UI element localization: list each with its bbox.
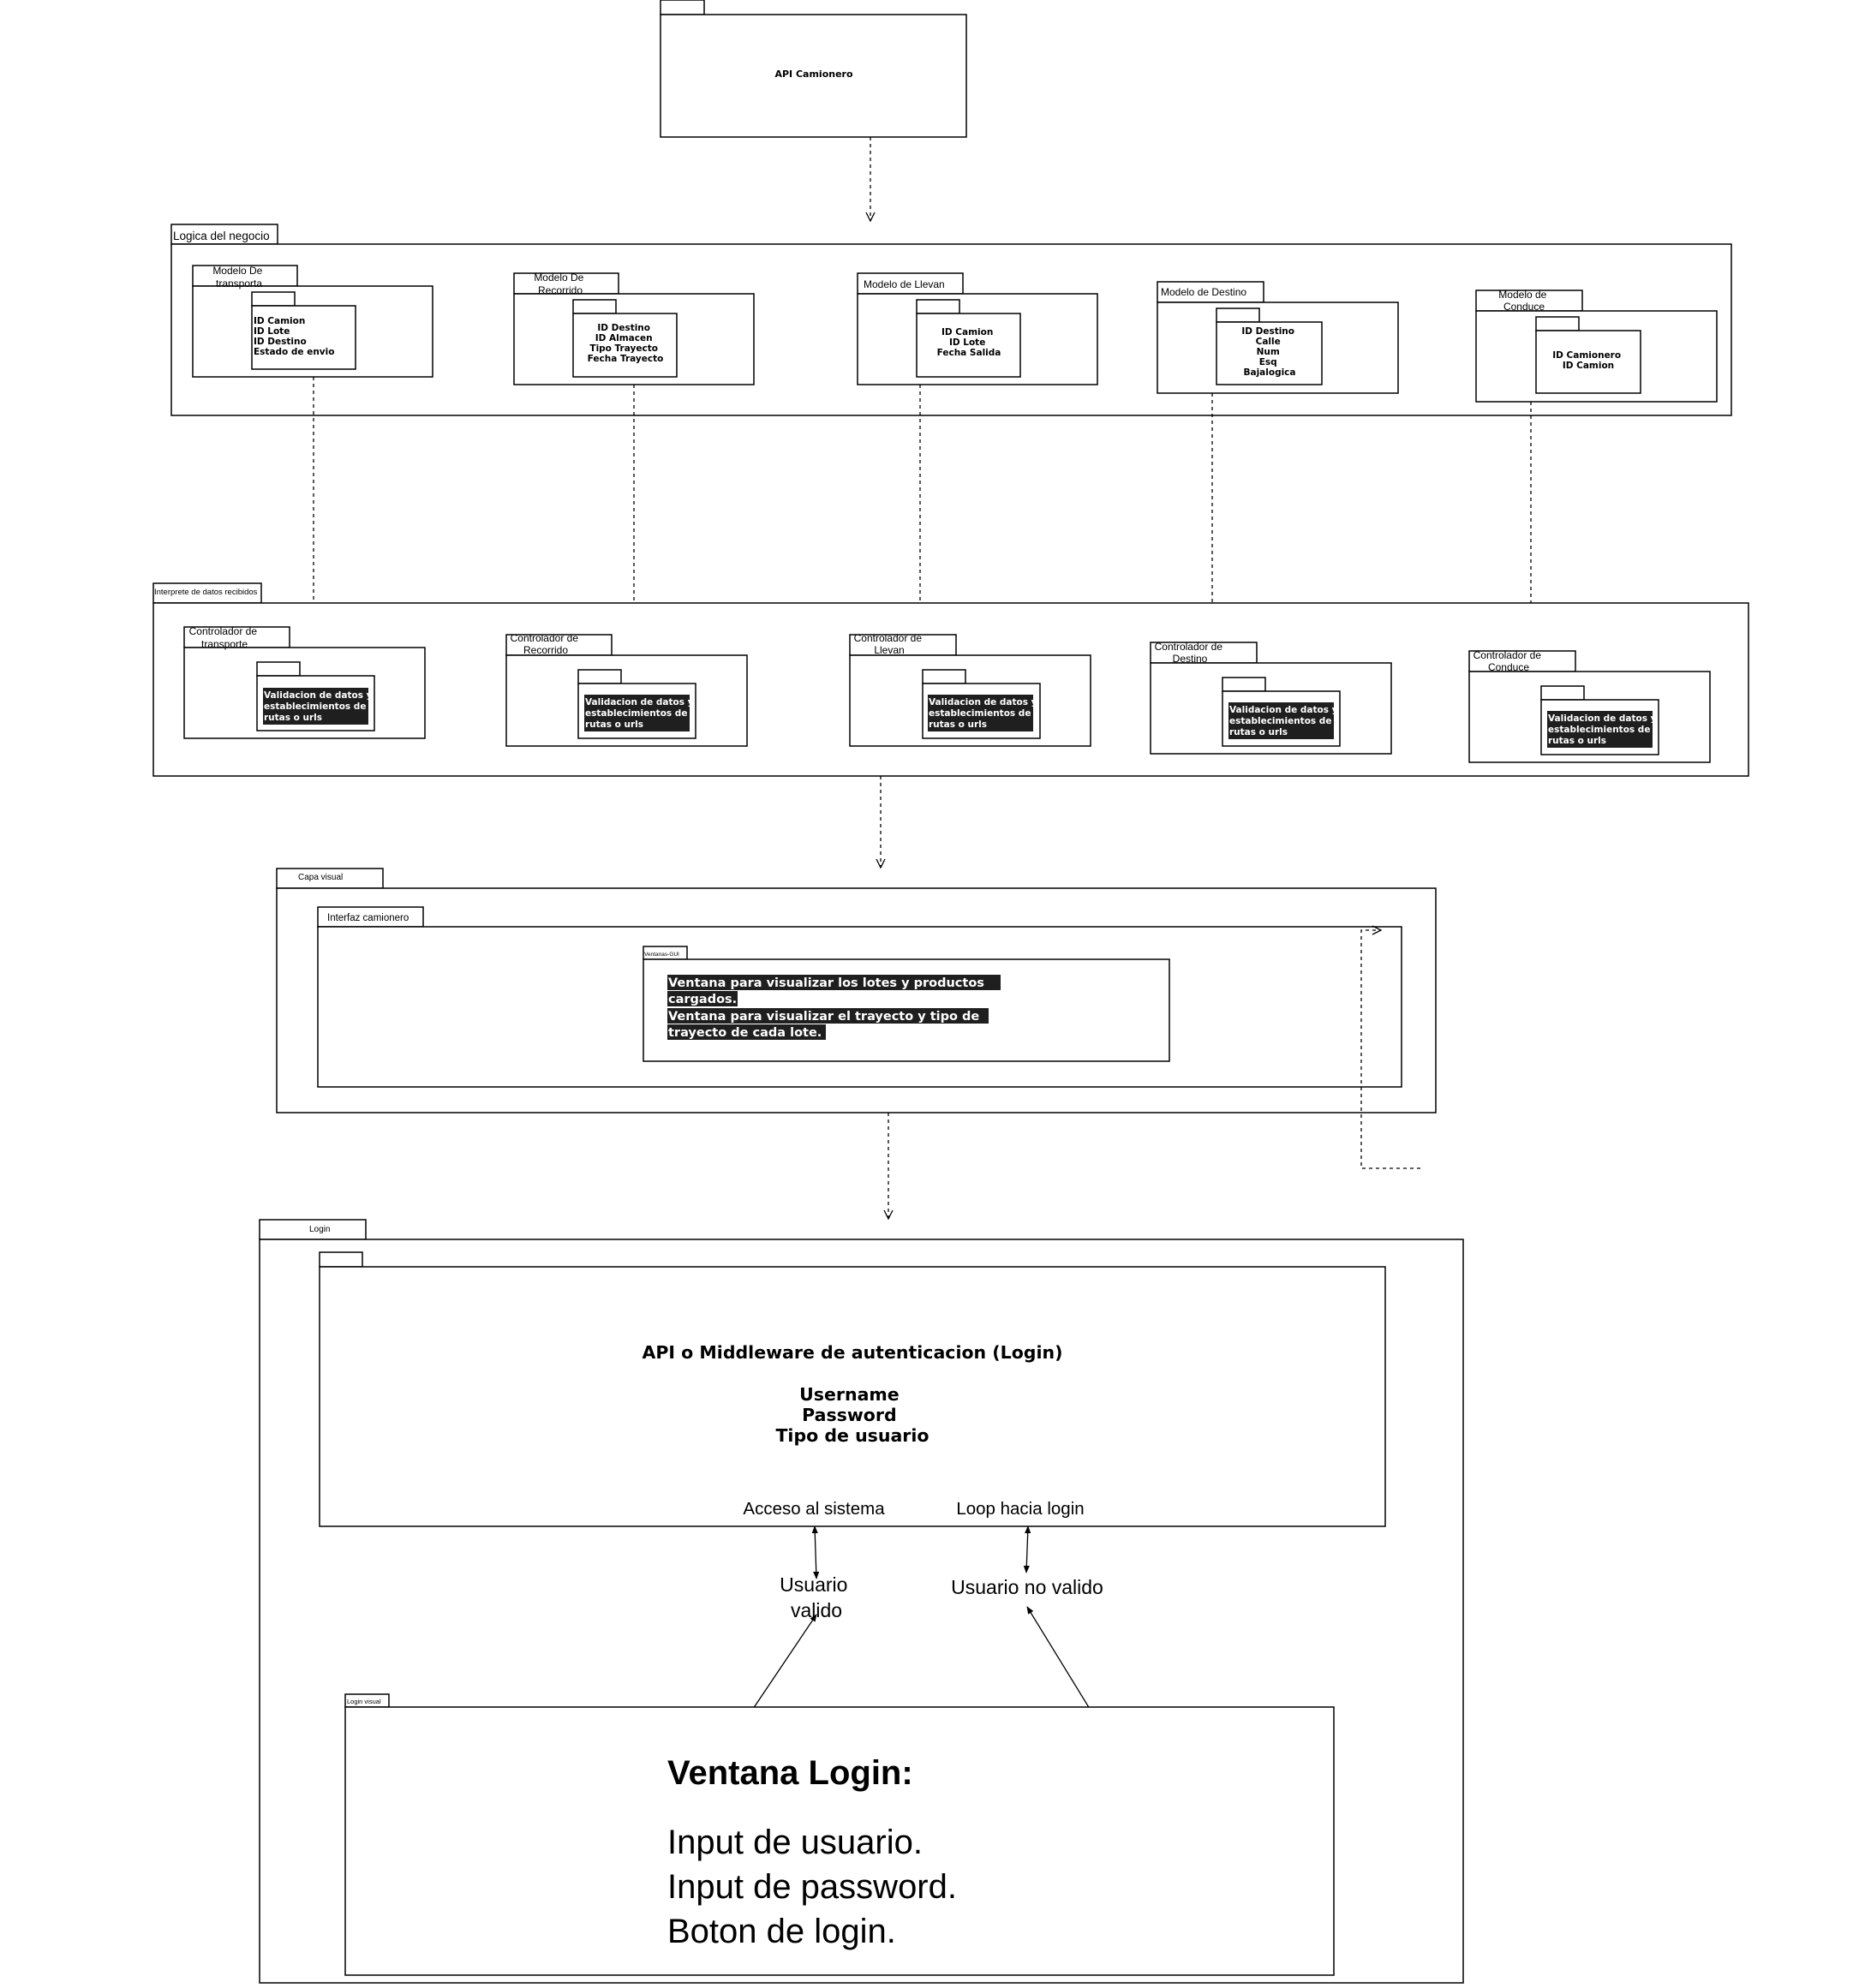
modelo-recorrido-tab: Modelo De Recorrido xyxy=(534,272,586,296)
capa-visual-tab: Capa visual xyxy=(298,873,343,882)
modelo-destino-tab: Modelo de Destino xyxy=(1161,286,1246,298)
modelo-conduce-tab: Modelo de Conduce xyxy=(1498,289,1549,313)
api-camionero-label: API Camionero xyxy=(774,69,852,80)
modelo-recorrido-fields: ID Destino ID Almacen Tipo Trayecto Fech… xyxy=(588,323,664,364)
ventanas-gui-tab: Ventanas-GUI xyxy=(644,952,679,958)
dependency-recorrido xyxy=(598,385,635,630)
login-tab: Login xyxy=(309,1225,330,1234)
login-visual-package: Login visual Ventana Login: Input de usu… xyxy=(344,1693,1335,1976)
ventana-login-title: Ventana Login: xyxy=(667,1754,913,1792)
modelo-conduce-fields: ID Camionero ID Camion xyxy=(1552,350,1623,371)
capa-visual-package: Capa visual Interfaz camionero Ventanas-… xyxy=(276,868,1437,1113)
logica-negocio-tab: Logica del negocio xyxy=(173,230,270,242)
modelo-llevan-tab: Modelo de Llevan xyxy=(864,278,945,290)
loop-login-label: Loop hacia login xyxy=(956,1499,1084,1519)
api-camionero-package: API Camionero xyxy=(660,0,967,138)
login-visual-tab: Login visual xyxy=(347,1698,381,1705)
interfaz-camionero-tab: Interfaz camionero xyxy=(327,913,409,923)
acceso-sistema-label: Acceso al sistema xyxy=(743,1499,885,1519)
interprete-tab: Interprete de datos recibidos xyxy=(154,588,258,597)
modelo-transporta-tab: Modelo De transporta xyxy=(212,265,265,290)
usuario-no-valido-label: Usuario no valido xyxy=(951,1576,1103,1598)
auth-title: API o Middleware de autenticacion (Login… xyxy=(643,1342,1063,1363)
package-diagram: API Camionero Logica del negocio Modelo … xyxy=(152,0,1749,1984)
